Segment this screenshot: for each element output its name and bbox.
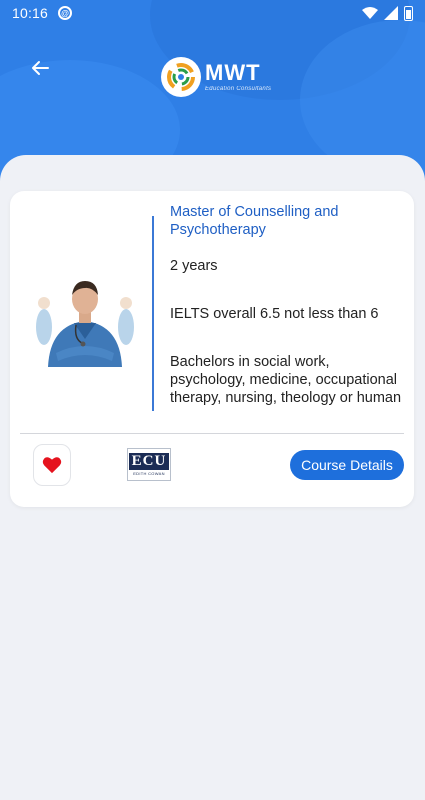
brand-name: MWT bbox=[205, 60, 261, 85]
course-details-button[interactable]: Course Details bbox=[290, 450, 404, 480]
wifi-icon bbox=[362, 7, 378, 19]
brand-mark-icon bbox=[161, 57, 201, 97]
status-time: 10:16 bbox=[12, 5, 49, 21]
course-title: Master of Counselling and Psychotherapy bbox=[170, 204, 339, 238]
status-icons bbox=[362, 5, 413, 21]
university-logo: ECU EDITH COWAN bbox=[127, 448, 171, 481]
course-card: Master of Counselling and Psychotherapy … bbox=[10, 191, 414, 507]
arrow-left-icon[interactable] bbox=[28, 56, 52, 80]
brand-logo: MWT Education Consultants bbox=[161, 57, 271, 97]
battery-icon bbox=[404, 5, 413, 21]
english-requirement: IELTS overall 6.5 not less than 6 bbox=[170, 306, 379, 322]
course-image bbox=[30, 267, 140, 367]
card-accent-line bbox=[152, 216, 154, 411]
favorite-button[interactable] bbox=[33, 444, 71, 486]
at-sign-icon: @ bbox=[58, 6, 73, 20]
university-logo-subtext: EDITH COWAN bbox=[133, 471, 165, 476]
course-info: Master of Counselling and Psychotherapy … bbox=[170, 203, 406, 407]
course-duration: 2 years bbox=[170, 258, 218, 274]
entry-requirement: Bachelors in social work, psychology, me… bbox=[170, 354, 402, 406]
university-logo-text: ECU bbox=[128, 453, 170, 470]
content-sheet: Master of Counselling and Psychotherapy … bbox=[0, 155, 425, 800]
card-divider bbox=[20, 433, 404, 434]
status-bar: 10:16 @ bbox=[0, 0, 425, 26]
heart-icon bbox=[42, 457, 62, 474]
signal-icon bbox=[384, 6, 398, 20]
brand-tagline: Education Consultants bbox=[205, 86, 272, 92]
